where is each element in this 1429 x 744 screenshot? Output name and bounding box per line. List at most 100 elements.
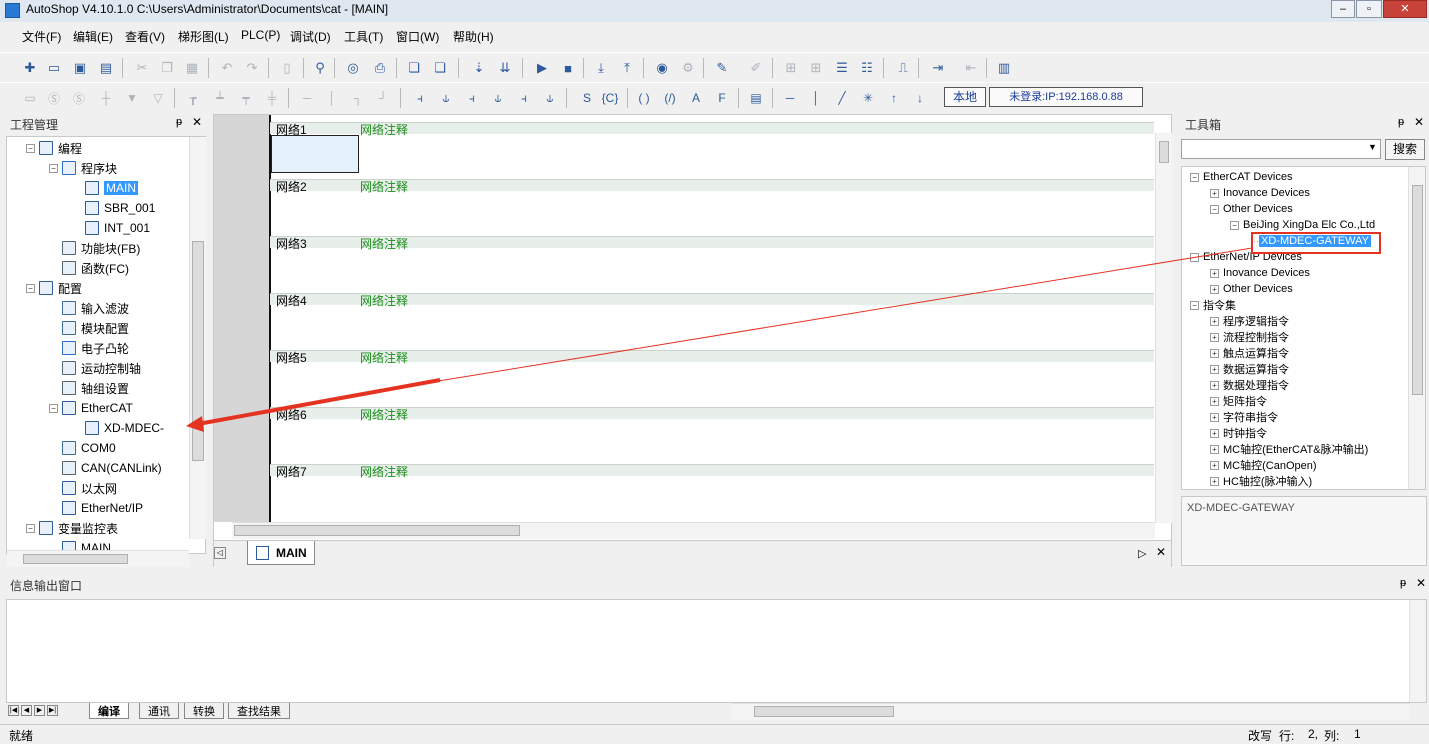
network-comment[interactable]: 网络注释 bbox=[360, 178, 408, 195]
write-icon[interactable]: ✐ bbox=[746, 58, 766, 78]
branch4-icon[interactable]: ╪ bbox=[262, 88, 282, 108]
tree-expander-icon[interactable]: + bbox=[1210, 396, 1219, 406]
project-tree-item[interactable]: 函数(FC) bbox=[62, 259, 129, 277]
camera-icon[interactable]: ◉ bbox=[652, 58, 672, 78]
toolbox-tree-item[interactable]: ··· XD-MDEC-GATEWAY bbox=[1250, 233, 1371, 249]
editor-vscroll[interactable] bbox=[1155, 133, 1172, 523]
tree-expander-icon[interactable]: + bbox=[1210, 316, 1219, 326]
login-icon[interactable]: ⇥ bbox=[928, 58, 948, 78]
network-comment[interactable]: 网络注释 bbox=[360, 463, 408, 480]
output-vscroll[interactable] bbox=[1409, 600, 1426, 702]
tab-scroll-left-icon[interactable]: ◁ bbox=[214, 547, 226, 559]
toolbox-tree-item[interactable]: + Other Devices bbox=[1210, 281, 1293, 297]
undo-icon[interactable]: ↶ bbox=[217, 58, 237, 78]
toolbox-filter-select[interactable]: ▼ bbox=[1181, 139, 1381, 159]
network-comment[interactable]: 网络注释 bbox=[360, 406, 408, 423]
upload-icon[interactable]: ⤒ bbox=[617, 58, 637, 78]
print-icon[interactable]: ⎙ bbox=[370, 58, 390, 78]
menu-item[interactable]: 工具(T) bbox=[344, 28, 383, 45]
toolbox-tree-item[interactable]: − Other Devices bbox=[1210, 201, 1293, 217]
tree-expander-icon[interactable]: + bbox=[1210, 412, 1219, 422]
toolbox-tree-item[interactable]: − EtherCAT Devices bbox=[1190, 169, 1292, 185]
menu-item[interactable]: 调试(D) bbox=[290, 28, 331, 45]
toolbox-tree-item[interactable]: + Inovance Devices bbox=[1210, 185, 1310, 201]
tree-expander-icon[interactable]: + bbox=[1210, 428, 1219, 438]
project-tree-item[interactable]: 输入滤波 bbox=[62, 299, 129, 317]
toolbox-tree-item[interactable]: + 字符串指令 bbox=[1210, 409, 1278, 425]
n-contact-icon[interactable]: ⫝ bbox=[488, 88, 508, 108]
window-icon[interactable]: ❏ bbox=[404, 58, 424, 78]
slash-icon[interactable]: ╱ bbox=[832, 88, 852, 108]
toolbox-tree-item[interactable]: + MC轴控(CanOpen) bbox=[1210, 457, 1317, 473]
lad-icon[interactable]: ▭ bbox=[20, 88, 40, 108]
paren2-icon[interactable]: (/) bbox=[660, 88, 680, 108]
project-tree-item[interactable]: − 编程 bbox=[26, 139, 82, 157]
output-tab[interactable]: 转换 bbox=[184, 703, 224, 719]
tree-expander-icon[interactable]: + bbox=[1210, 380, 1219, 390]
delete-icon[interactable]: ▯ bbox=[277, 58, 297, 78]
hline-icon[interactable]: ─ bbox=[297, 88, 317, 108]
tree-expander-icon[interactable]: − bbox=[1190, 300, 1199, 310]
align-icon[interactable]: ☰ bbox=[832, 58, 852, 78]
toolbox-tree-item[interactable]: + 数据处理指令 bbox=[1210, 377, 1289, 393]
project-tree-item[interactable]: − 配置 bbox=[26, 279, 82, 297]
output-nav-icon[interactable]: ▶| bbox=[47, 705, 58, 716]
up-icon[interactable]: ↑ bbox=[884, 88, 904, 108]
no-contact-icon[interactable]: ⫞ bbox=[410, 88, 430, 108]
bracket-icon[interactable]: {C} bbox=[600, 88, 620, 108]
output-nav-icon[interactable]: |◀ bbox=[8, 705, 19, 716]
menu-item[interactable]: 查看(V) bbox=[125, 28, 165, 45]
vline-icon[interactable]: │ bbox=[322, 88, 342, 108]
close-tab-icon[interactable]: ✕ bbox=[1156, 545, 1166, 559]
network-header[interactable]: 网络4 网络注释 bbox=[270, 293, 1154, 308]
tree-expander-icon[interactable]: + bbox=[1210, 348, 1219, 358]
output-tab[interactable]: 查找结果 bbox=[228, 703, 290, 719]
run-icon[interactable]: ▶ bbox=[532, 58, 552, 78]
paste-icon[interactable]: ▦ bbox=[182, 58, 202, 78]
menu-item[interactable]: 帮助(H) bbox=[453, 28, 494, 45]
project-hscroll[interactable] bbox=[7, 550, 189, 567]
hline2-icon[interactable]: ─ bbox=[780, 88, 800, 108]
minimize-icon[interactable]: – bbox=[1331, 0, 1355, 18]
branch1-icon[interactable]: ┲ bbox=[183, 88, 203, 108]
open-icon[interactable]: ▭ bbox=[44, 58, 64, 78]
toolbox-tree-item[interactable]: + 数据运算指令 bbox=[1210, 361, 1289, 377]
network-header[interactable]: 网络2 网络注释 bbox=[270, 179, 1154, 194]
download-icon[interactable]: ⤓ bbox=[591, 58, 611, 78]
output-hscroll[interactable] bbox=[732, 703, 1410, 720]
project-tree-item[interactable]: EtherNet/IP bbox=[62, 499, 143, 517]
stop-icon[interactable]: ■ bbox=[558, 58, 578, 78]
project-tree-item[interactable]: XD-MDEC- bbox=[85, 419, 164, 437]
project-vscroll[interactable] bbox=[189, 137, 206, 539]
paren1-icon[interactable]: ( ) bbox=[634, 88, 654, 108]
branch2-icon[interactable]: ┷ bbox=[210, 88, 230, 108]
network-header[interactable]: 网络7 网络注释 bbox=[270, 464, 1154, 479]
project-tree-item[interactable]: 运动控制轴 bbox=[62, 359, 141, 377]
nc-contact-icon[interactable]: ⫝ bbox=[436, 88, 456, 108]
output-text-area[interactable] bbox=[6, 599, 1427, 703]
save-all-icon[interactable]: ▤ bbox=[96, 58, 116, 78]
network-header[interactable]: 网络6 网络注释 bbox=[270, 407, 1154, 422]
output-close-icon[interactable]: ✕ bbox=[1416, 576, 1426, 590]
monitor-icon[interactable]: ◎ bbox=[343, 58, 363, 78]
copy-icon[interactable]: ❐ bbox=[157, 58, 177, 78]
st-icon[interactable]: Ⓢ bbox=[69, 88, 89, 108]
n2-icon[interactable]: ⫝ bbox=[540, 88, 560, 108]
toolbox-tree-item[interactable]: + 触点运算指令 bbox=[1210, 345, 1289, 361]
project-tree-item[interactable]: COM0 bbox=[62, 439, 116, 457]
search-button[interactable]: 搜索 bbox=[1385, 139, 1425, 160]
menu-item[interactable]: 梯形图(L) bbox=[178, 28, 229, 45]
menu-item[interactable]: 编辑(E) bbox=[73, 28, 113, 45]
grid2-icon[interactable]: ⊞ bbox=[806, 58, 826, 78]
tree-expander-icon[interactable]: + bbox=[1210, 364, 1219, 374]
cut-icon[interactable]: ✂ bbox=[132, 58, 152, 78]
find-icon[interactable]: ⚲ bbox=[310, 58, 330, 78]
test-icon[interactable]: ⎍ bbox=[893, 58, 913, 78]
sfc-icon[interactable]: Ⓢ bbox=[44, 88, 64, 108]
project-tree-item[interactable]: 功能块(FB) bbox=[62, 239, 140, 257]
local-button[interactable]: 本地 bbox=[944, 87, 986, 107]
toolbox-tree-item[interactable]: + 程序逻辑指令 bbox=[1210, 313, 1289, 329]
window2-icon[interactable]: ❏ bbox=[430, 58, 450, 78]
tree-expander-icon[interactable]: − bbox=[1210, 204, 1219, 214]
toolbox-tree-item[interactable]: + HC轴控(脉冲输入) bbox=[1210, 473, 1312, 489]
